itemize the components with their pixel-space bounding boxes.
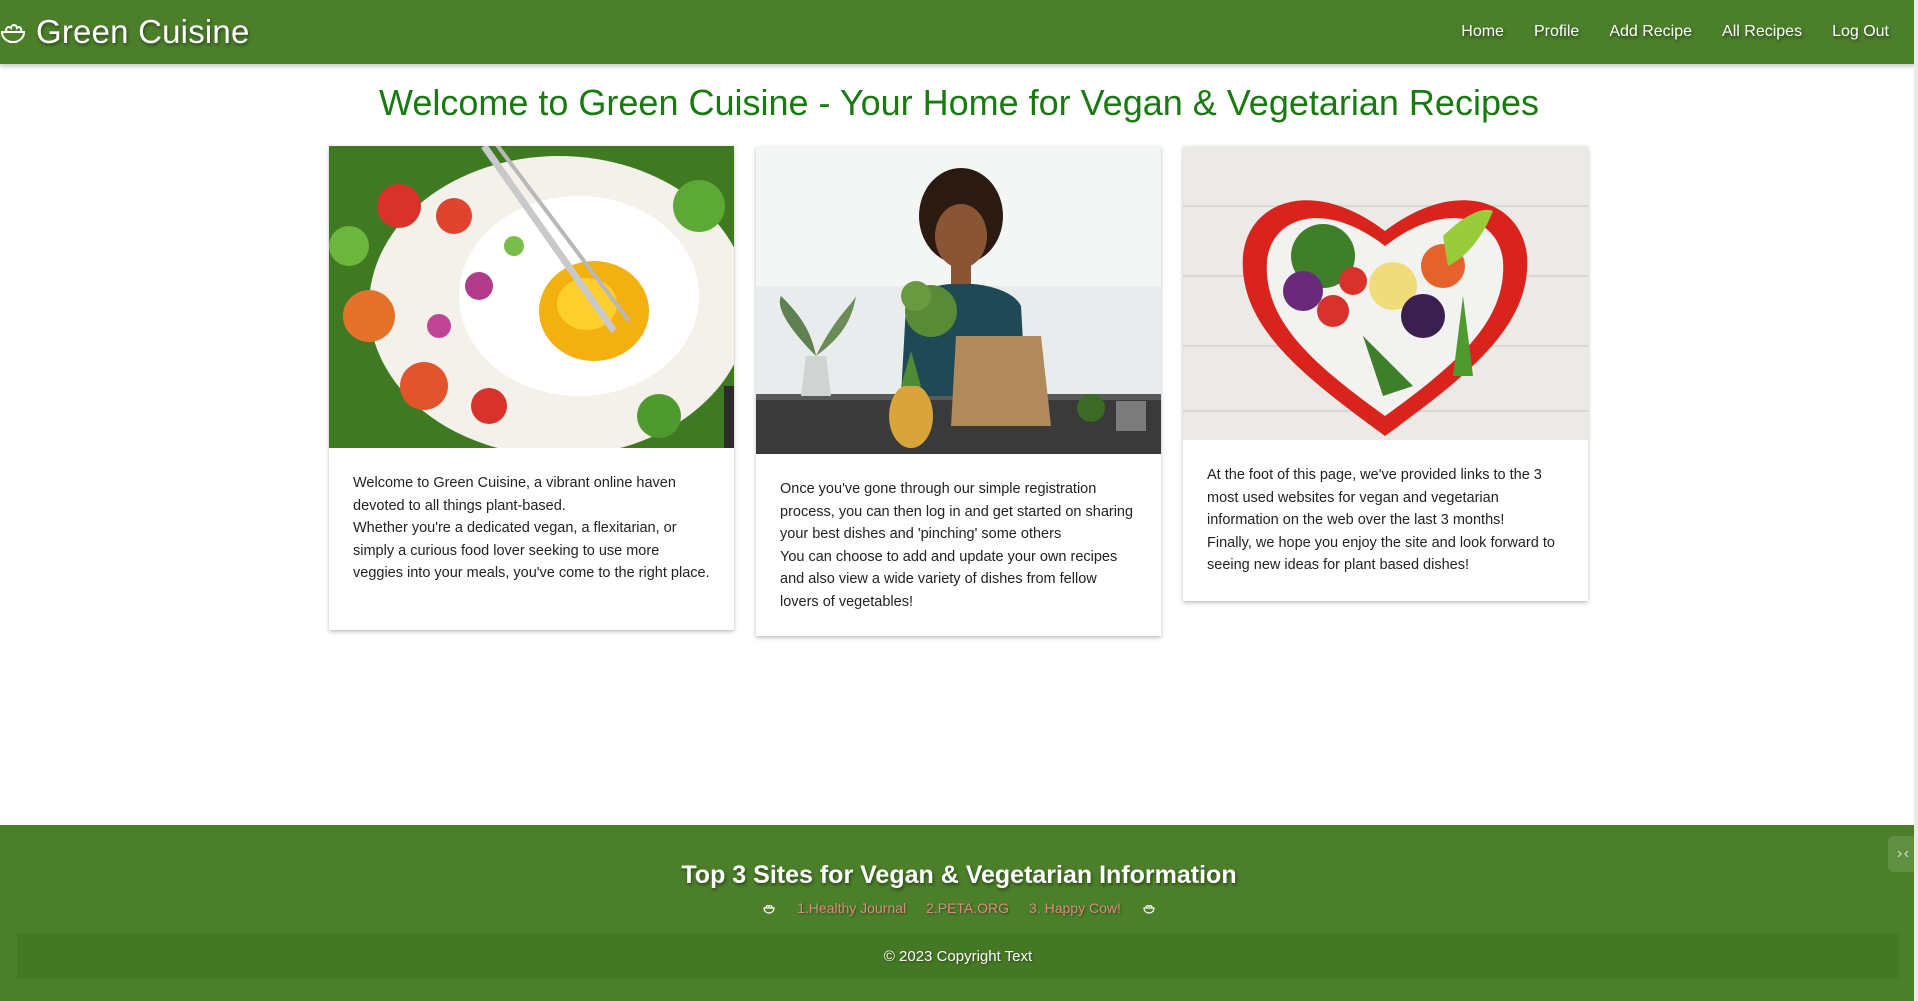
footer-title: Top 3 Sites for Vegan & Vegetarian Infor… bbox=[681, 861, 1237, 889]
brand-title: Green Cuisine bbox=[36, 13, 250, 50]
info-card-welcome: Welcome to Green Cuisine, a vibrant onli… bbox=[329, 146, 734, 630]
salad-bowl-icon bbox=[763, 905, 775, 914]
card-paragraph: Whether you're a dedicated vegan, a flex… bbox=[353, 520, 710, 581]
card-paragraph: Finally, we hope you enjoy the site and … bbox=[1207, 534, 1555, 574]
card-text: At the foot of this page, we've provided… bbox=[1183, 440, 1588, 597]
nav-profile-link[interactable]: Profile bbox=[1519, 23, 1594, 41]
salad-bowl-icon bbox=[0, 24, 26, 44]
card-text: Once you've gone through our simple regi… bbox=[756, 454, 1161, 633]
nav-home-link[interactable]: Home bbox=[1446, 23, 1519, 41]
nav-logout-link[interactable]: Log Out bbox=[1817, 23, 1904, 41]
nav-links: Home Profile Add Recipe All Recipes Log … bbox=[1446, 0, 1904, 64]
page-title: Welcome to Green Cuisine - Your Home for… bbox=[379, 82, 1539, 123]
footer-link-peta[interactable]: 2.PETA.ORG bbox=[926, 900, 1009, 916]
info-card-registration: Once you've gone through our simple regi… bbox=[756, 146, 1161, 636]
card-paragraph: At the foot of this page, we've provided… bbox=[1207, 467, 1542, 528]
card-paragraph: Once you've gone through our simple regi… bbox=[780, 481, 1134, 542]
card-text: Welcome to Green Cuisine, a vibrant onli… bbox=[329, 448, 734, 605]
footer-links: 1.Healthy Journal 2.PETA.ORG 3. Happy Co… bbox=[0, 900, 1918, 916]
woman-unpacking-groceries-photo bbox=[756, 146, 1161, 454]
info-card-links-info: At the foot of this page, we've provided… bbox=[1183, 146, 1588, 601]
copyright-bar: © 2023 Copyright Text bbox=[17, 933, 1899, 979]
copyright-text: © 2023 Copyright Text bbox=[883, 947, 1033, 965]
scrollbar[interactable] bbox=[1914, 0, 1918, 1001]
salad-bowl-icon bbox=[1143, 905, 1155, 914]
card-paragraph: You can choose to add and update your ow… bbox=[780, 548, 1118, 610]
handle-icon bbox=[1897, 850, 1909, 858]
salad-with-fried-egg-photo bbox=[329, 146, 734, 448]
navbar: Green Cuisine Home Profile Add Recipe Al… bbox=[0, 0, 1918, 64]
heart-shaped-vegetable-bowl-photo bbox=[1183, 146, 1588, 440]
brand-logo-link[interactable]: Green Cuisine bbox=[0, 0, 250, 64]
footer-link-happy-cow[interactable]: 3. Happy Cow! bbox=[1029, 900, 1121, 916]
nav-add-recipe-link[interactable]: Add Recipe bbox=[1594, 23, 1707, 41]
card-paragraph: Welcome to Green Cuisine, a vibrant onli… bbox=[353, 475, 676, 514]
footer: Top 3 Sites for Vegan & Vegetarian Infor… bbox=[0, 825, 1918, 1001]
nav-all-recipes-link[interactable]: All Recipes bbox=[1707, 23, 1817, 41]
footer-link-healthy-journal[interactable]: 1.Healthy Journal bbox=[797, 900, 906, 916]
